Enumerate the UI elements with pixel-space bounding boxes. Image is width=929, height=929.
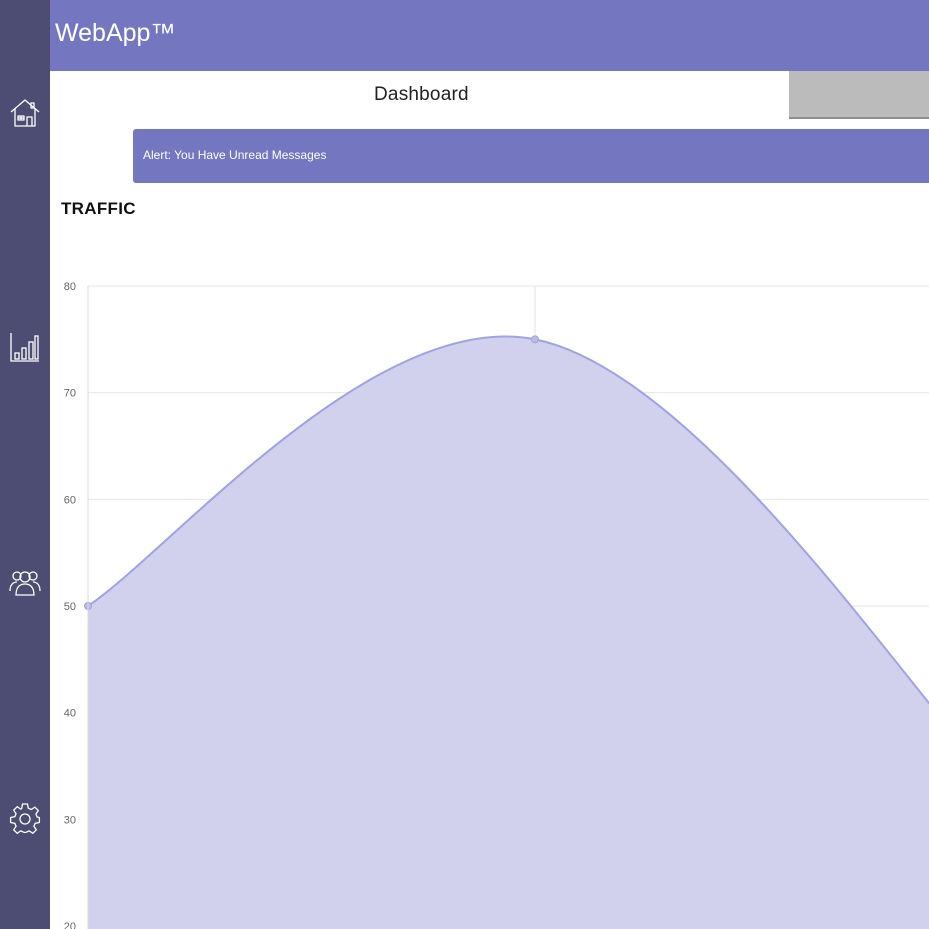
y-tick-label: 60 [64,494,76,506]
users-icon[interactable] [9,567,41,599]
sidebar [0,0,50,929]
home-icon[interactable] [9,97,41,129]
bar-chart-icon[interactable] [9,331,41,363]
header-action-button[interactable] [789,71,929,119]
alert-text: Alert: You Have Unread Messages [143,148,327,162]
y-tick-label: 20 [64,921,76,929]
data-point [531,335,539,344]
chart-area-fill [88,336,929,929]
page-title: Dashboard [374,84,469,105]
dashboard-bar: Dashboard [50,71,929,121]
y-tick-label: 40 [64,708,76,720]
app-title: WebApp™ [55,19,176,47]
app-header: WebApp™ [50,0,929,71]
y-tick-label: 80 [64,281,76,293]
y-tick-label: 30 [64,814,76,826]
alert-banner[interactable]: Alert: You Have Unread Messages [133,129,929,183]
traffic-section-title: TRAFFIC [61,199,136,218]
y-tick-label: 50 [64,601,76,613]
gear-icon[interactable] [9,802,41,834]
traffic-chart: 80 70 60 50 40 30 20 [64,281,929,929]
y-tick-label: 70 [64,388,76,400]
